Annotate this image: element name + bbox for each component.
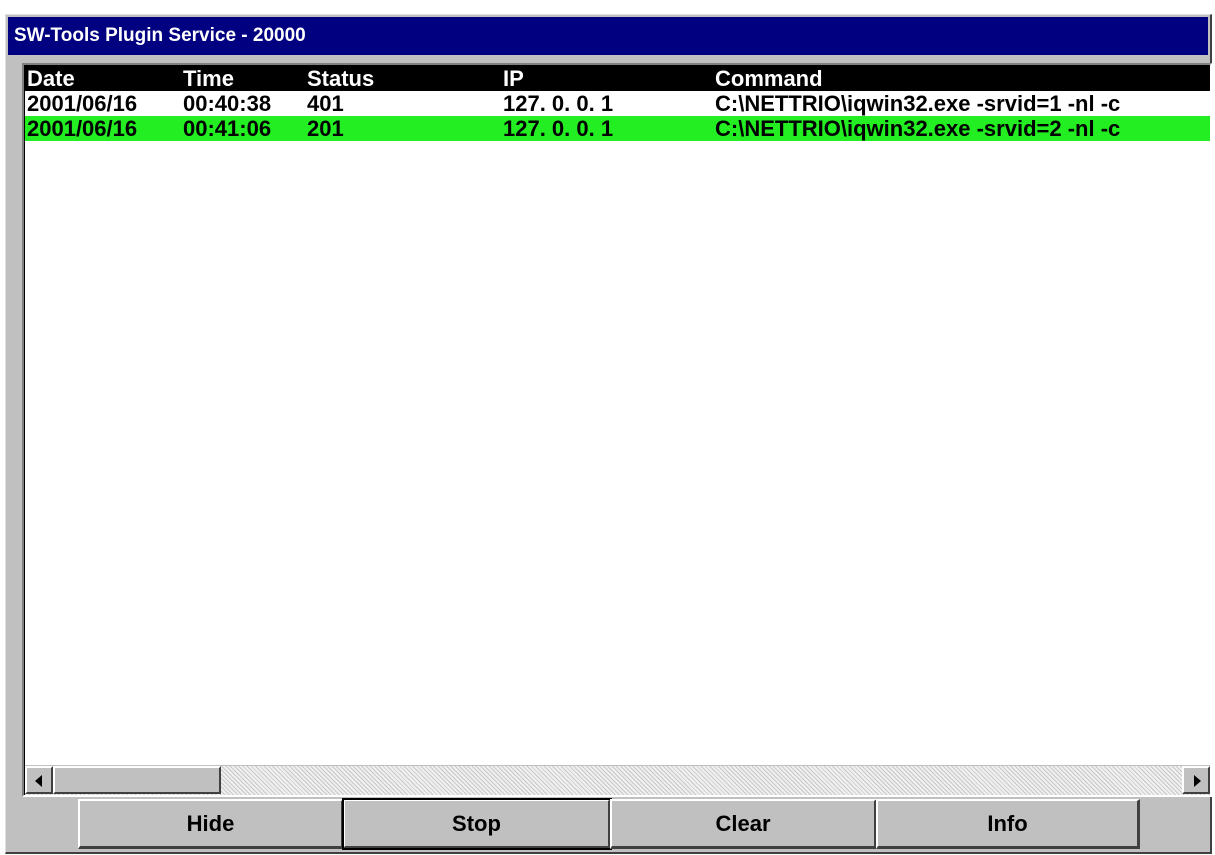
stop-button[interactable]: Stop	[342, 798, 612, 850]
info-button[interactable]: Info	[876, 799, 1140, 849]
scrollbar-thumb[interactable]	[53, 766, 221, 794]
arrow-right-icon	[1194, 775, 1201, 787]
row-command: C:\NETTRIO\iqwin32.exe -srvid=2 -nl -c	[715, 116, 1121, 141]
column-header-ip[interactable]: IP	[503, 66, 524, 91]
hide-button[interactable]: Hide	[78, 799, 344, 849]
column-header-date[interactable]: Date	[27, 66, 75, 91]
scroll-right-button[interactable]	[1182, 766, 1210, 794]
table-header: Date Time Status IP Command	[25, 66, 1210, 91]
column-header-time[interactable]: Time	[183, 66, 234, 91]
arrow-left-icon	[35, 775, 42, 787]
clear-button[interactable]: Clear	[610, 799, 877, 849]
row-date: 2001/06/16	[27, 91, 138, 116]
table-row[interactable]: 2001/06/16 00:40:38 401 127. 0. 0. 1 C:\…	[25, 91, 1210, 116]
row-command: C:\NETTRIO\iqwin32.exe -srvid=1 -nl -c	[715, 91, 1121, 116]
column-header-status[interactable]: Status	[307, 66, 374, 91]
log-list[interactable]: Date Time Status IP Command 2001/06/16 0…	[22, 63, 1212, 797]
table-row-highlighted[interactable]: 2001/06/16 00:41:06 201 127. 0. 0. 1 C:\…	[25, 116, 1210, 141]
row-status: 201	[307, 116, 344, 141]
horizontal-scrollbar[interactable]	[25, 765, 1210, 795]
row-status: 401	[307, 91, 344, 116]
log-list-inner: Date Time Status IP Command 2001/06/16 0…	[24, 65, 1210, 795]
row-ip: 127. 0. 0. 1	[503, 116, 614, 141]
scroll-left-button[interactable]	[25, 766, 53, 794]
plugin-service-window: SW-Tools Plugin Service - 20000 Date Tim…	[5, 14, 1212, 854]
window-title: SW-Tools Plugin Service - 20000	[8, 17, 1208, 55]
row-time: 00:41:06	[183, 116, 272, 141]
row-date: 2001/06/16	[27, 116, 138, 141]
row-time: 00:40:38	[183, 91, 272, 116]
column-header-command[interactable]: Command	[715, 66, 823, 91]
row-ip: 127. 0. 0. 1	[503, 91, 614, 116]
